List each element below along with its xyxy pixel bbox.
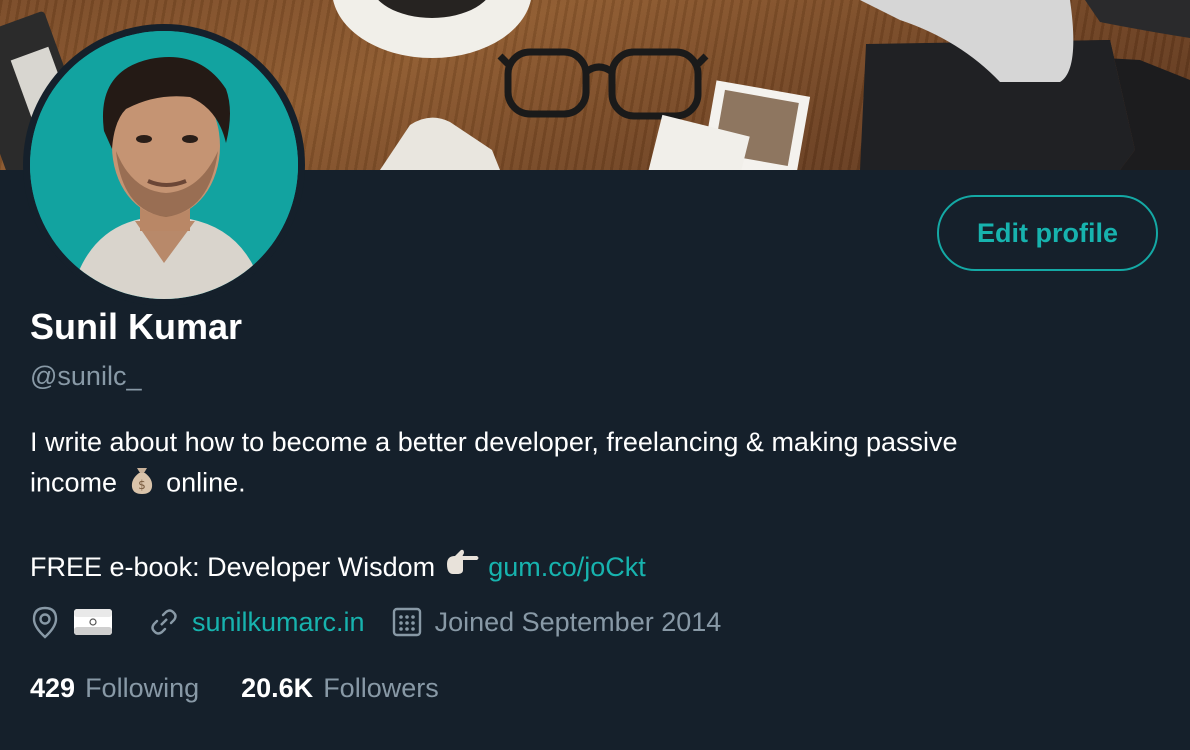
profile-bio: I write about how to become a better dev… <box>30 422 1150 589</box>
pointing-hand-emoji <box>443 548 481 589</box>
bio-line-1: I write about how to become a better dev… <box>30 427 958 457</box>
following-stat[interactable]: 429 Following <box>30 673 199 704</box>
joined-date: Joined September 2014 <box>434 606 722 637</box>
money-bag-emoji: $ <box>125 462 159 507</box>
avatar[interactable] <box>30 31 298 299</box>
avatar-portrait <box>30 31 298 299</box>
india-flag-icon <box>74 609 112 635</box>
followers-count: 20.6K <box>241 672 314 703</box>
profile-avatar-frame <box>23 24 305 306</box>
bio-text-income: income <box>30 467 118 498</box>
location-item <box>30 605 112 639</box>
edit-profile-button[interactable]: Edit profile <box>937 195 1158 271</box>
followers-label: Followers <box>323 672 439 703</box>
calendar-icon <box>391 606 423 638</box>
profile-handle: @sunilc_ <box>30 361 142 391</box>
website-link[interactable]: sunilkumarc.in <box>192 607 365 638</box>
profile-stats: 429 Following 20.6K Followers <box>30 668 439 708</box>
location-icon <box>30 605 60 639</box>
website-item[interactable]: sunilkumarc.in <box>148 606 365 638</box>
svg-text:$: $ <box>138 478 146 492</box>
joined-item: Joined September 2014 <box>391 606 722 638</box>
profile-meta: sunilkumarc.in Joined September 2014 <box>30 600 721 644</box>
link-icon <box>148 606 180 638</box>
followers-stat[interactable]: 20.6K Followers <box>241 673 439 704</box>
profile-name: Sunil Kumar <box>30 306 243 347</box>
following-count: 429 <box>30 672 76 703</box>
bio-text-online: online. <box>166 467 246 498</box>
following-label: Following <box>85 672 200 703</box>
ebook-link[interactable]: gum.co/joCkt <box>488 552 646 582</box>
bio-line-3: FREE e-book: Developer Wisdom gum.co/joC… <box>30 547 1150 589</box>
bio-line-2: income $ online. <box>30 462 1150 507</box>
bio-text-ebook: FREE e-book: Developer Wisdom <box>30 552 436 582</box>
bio-spacer <box>30 507 1150 547</box>
